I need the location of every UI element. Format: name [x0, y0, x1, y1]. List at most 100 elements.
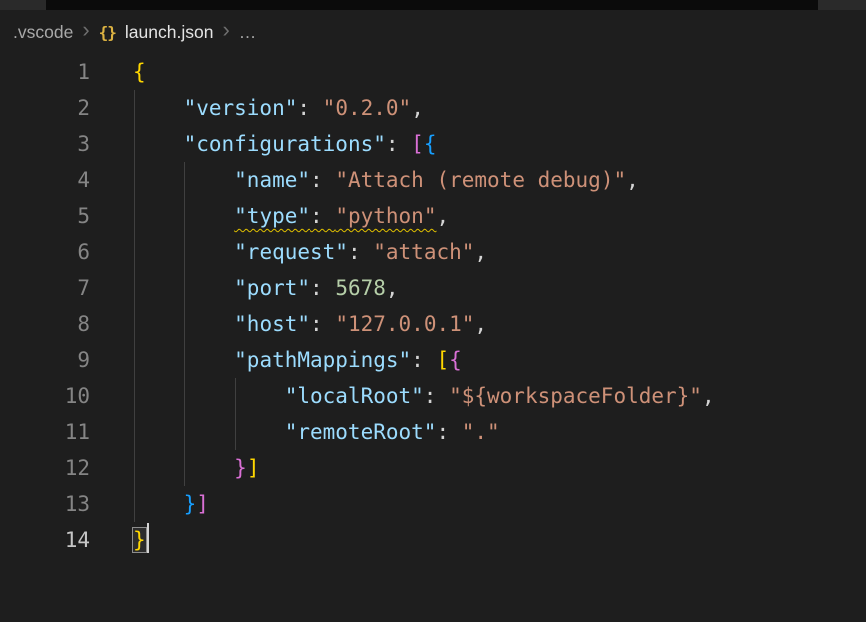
code-token: "version": [184, 96, 298, 120]
tab-strip-fragment: [0, 0, 46, 10]
line-number: 14: [0, 522, 90, 558]
code-line[interactable]: "host": "127.0.0.1",: [133, 306, 866, 342]
line-number: 12: [0, 450, 90, 486]
code-token: :: [310, 276, 335, 300]
line-number: 10: [0, 378, 90, 414]
code-token: "name": [234, 168, 310, 192]
code-token: [133, 312, 234, 336]
code-token: "Attach (remote debug)": [335, 168, 626, 192]
code-token: ]: [247, 456, 260, 480]
chevron-right-icon: ›: [222, 19, 229, 41]
line-number: 4: [0, 162, 90, 198]
code-lines[interactable]: { "version": "0.2.0", "configurations": …: [133, 54, 866, 558]
code-line[interactable]: }]: [133, 450, 866, 486]
code-token: {: [133, 60, 146, 84]
code-token: "0.2.0": [323, 96, 412, 120]
code-token: ".": [462, 420, 500, 444]
code-line[interactable]: "pathMappings": [{: [133, 342, 866, 378]
editor[interactable]: 1234567891011121314 { "version": "0.2.0"…: [0, 54, 866, 558]
line-number: 8: [0, 306, 90, 342]
gutter: 1234567891011121314: [0, 54, 90, 558]
code-line[interactable]: }]: [133, 486, 866, 522]
code-token: :: [348, 240, 373, 264]
code-line[interactable]: {: [133, 54, 866, 90]
code-token: }: [234, 456, 247, 480]
code-token: [133, 96, 184, 120]
breadcrumb-file[interactable]: launch.json: [125, 22, 214, 43]
code-token: {: [449, 348, 462, 372]
code-token: [133, 492, 184, 516]
code-token: "port": [234, 276, 310, 300]
code-token: :: [386, 132, 411, 156]
tab-strip-fragment: [818, 0, 866, 10]
code-token: [133, 276, 234, 300]
line-number: 11: [0, 414, 90, 450]
code-token: "attach": [373, 240, 474, 264]
line-number: 7: [0, 270, 90, 306]
code-token: "${workspaceFolder}": [449, 384, 702, 408]
code-token: ,: [411, 96, 424, 120]
code-line[interactable]: }: [133, 522, 866, 558]
vscode-window: .vscode › {} launch.json › … 12345678910…: [0, 0, 866, 622]
code-token: "request": [234, 240, 348, 264]
text-cursor: [147, 523, 149, 553]
code-token: [133, 132, 184, 156]
code-token: :: [411, 348, 436, 372]
code-token: ,: [436, 204, 449, 228]
chevron-right-icon: ›: [82, 19, 89, 41]
code-token: [: [436, 348, 449, 372]
code-token: ,: [474, 312, 487, 336]
code-token: "localRoot": [285, 384, 424, 408]
code-token: ,: [386, 276, 399, 300]
code-token: :: [310, 168, 335, 192]
line-number: 6: [0, 234, 90, 270]
code-token: [133, 168, 234, 192]
line-number: 2: [0, 90, 90, 126]
code-token: [133, 384, 285, 408]
line-number: 3: [0, 126, 90, 162]
code-line[interactable]: "request": "attach",: [133, 234, 866, 270]
line-number: 9: [0, 342, 90, 378]
code-token: "host": [234, 312, 310, 336]
code-token: "configurations": [184, 132, 386, 156]
breadcrumb: .vscode › {} launch.json › …: [0, 10, 866, 54]
code-token: "127.0.0.1": [335, 312, 474, 336]
line-number: 13: [0, 486, 90, 522]
code-token: [133, 348, 234, 372]
code-token: }: [184, 492, 197, 516]
breadcrumb-folder[interactable]: .vscode: [13, 22, 73, 43]
code-token: "python": [335, 204, 436, 228]
code-token: :: [310, 204, 335, 228]
window-top-strip: [0, 0, 866, 10]
code-line[interactable]: "name": "Attach (remote debug)",: [133, 162, 866, 198]
code-token: "remoteRoot": [285, 420, 437, 444]
code-line[interactable]: "version": "0.2.0",: [133, 90, 866, 126]
breadcrumb-symbol-ellipsis[interactable]: …: [239, 22, 257, 43]
code-token: ,: [474, 240, 487, 264]
code-token: :: [436, 420, 461, 444]
code-token: [133, 456, 234, 480]
code-token: :: [310, 312, 335, 336]
code-token: "type": [234, 204, 310, 228]
json-braces-icon: {}: [99, 23, 116, 42]
code-token: 5678: [335, 276, 386, 300]
code-token: ,: [626, 168, 639, 192]
code-area[interactable]: { "version": "0.2.0", "configurations": …: [133, 54, 866, 558]
code-token: [133, 204, 234, 228]
code-token: :: [297, 96, 322, 120]
code-token: ]: [196, 492, 209, 516]
code-token: }: [133, 528, 146, 552]
code-line[interactable]: "configurations": [{: [133, 126, 866, 162]
code-token: [133, 420, 285, 444]
code-line[interactable]: "remoteRoot": ".": [133, 414, 866, 450]
code-line[interactable]: "port": 5678,: [133, 270, 866, 306]
code-token: [: [411, 132, 424, 156]
code-line[interactable]: "localRoot": "${workspaceFolder}",: [133, 378, 866, 414]
code-token: "pathMappings": [234, 348, 411, 372]
line-number: 1: [0, 54, 90, 90]
code-token: :: [424, 384, 449, 408]
line-number: 5: [0, 198, 90, 234]
code-token: [133, 240, 234, 264]
code-line[interactable]: "type": "python",: [133, 198, 866, 234]
code-token: ,: [702, 384, 715, 408]
